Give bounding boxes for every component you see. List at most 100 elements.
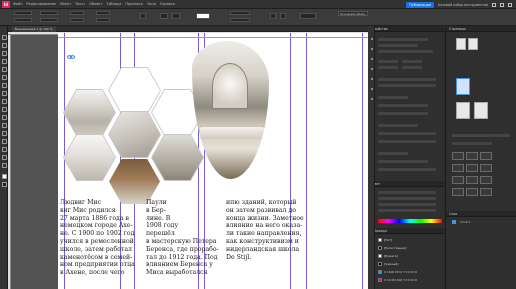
line-tool-icon[interactable] [1, 75, 7, 80]
align-button[interactable] [466, 152, 478, 160]
gradient-tool-icon[interactable] [1, 131, 7, 136]
page-thumbnail[interactable] [456, 78, 470, 95]
h-field[interactable] [40, 18, 58, 22]
scissors-tool-icon[interactable] [1, 115, 7, 120]
align-button[interactable] [452, 152, 464, 160]
color-slider[interactable] [378, 203, 436, 206]
layers-panel-header[interactable]: Слои [446, 211, 516, 217]
swatches-panel-icon[interactable] [370, 88, 373, 90]
property-row[interactable] [402, 66, 422, 69]
property-row[interactable] [378, 84, 436, 87]
property-row[interactable] [378, 168, 436, 171]
menu-item[interactable]: Справка [160, 2, 175, 6]
y-field[interactable] [14, 18, 32, 22]
rectangle-frame-tool-icon[interactable] [1, 99, 7, 104]
property-row[interactable] [378, 152, 408, 155]
pages-panel-header[interactable]: Страницы [446, 26, 516, 32]
opacity-field[interactable] [230, 18, 250, 22]
layer-name[interactable]: Слой 1 [460, 220, 471, 224]
stroke-color-icon[interactable] [1, 182, 7, 187]
property-row[interactable] [378, 140, 436, 143]
pencil-tool-icon[interactable] [1, 91, 7, 96]
workspace-switcher[interactable]: Базовый набор инструментов [438, 3, 488, 7]
link-icon[interactable] [67, 55, 75, 59]
pages-panel-icon[interactable] [370, 38, 373, 40]
property-row[interactable] [378, 78, 436, 81]
hex-image-frame[interactable] [64, 90, 115, 135]
menu-item[interactable]: Файл [13, 2, 22, 6]
align-button[interactable] [452, 164, 464, 172]
property-row[interactable] [378, 104, 428, 107]
property-row[interactable] [452, 142, 492, 145]
property-row[interactable] [378, 132, 436, 135]
fitting-icon-2[interactable] [280, 13, 286, 19]
menu-item[interactable]: Макет [60, 2, 71, 6]
menu-item[interactable]: Таблица [106, 2, 121, 6]
page-thumbnail[interactable] [456, 102, 470, 119]
color-panel-icon[interactable] [370, 78, 373, 80]
stroke-swatch[interactable] [172, 13, 180, 19]
menu-item[interactable]: Текст [75, 2, 85, 6]
hex-image-frame[interactable] [152, 135, 203, 180]
publish-button[interactable]: Публикация [406, 1, 434, 8]
swatches-panel-header[interactable]: Образцы [369, 228, 444, 234]
align-button[interactable] [466, 164, 478, 172]
reference-point-icon[interactable] [300, 13, 316, 19]
property-row[interactable] [402, 60, 422, 63]
note-tool-icon[interactable] [1, 139, 7, 144]
pathfinder-button[interactable] [452, 188, 464, 196]
text-column-right[interactable]: ипю зданий, который он затем развивал до… [226, 199, 304, 261]
property-row[interactable] [378, 160, 428, 163]
menu-item[interactable]: Редактирование [26, 2, 56, 6]
align-button[interactable] [480, 164, 492, 172]
property-row[interactable] [378, 44, 418, 47]
pathfinder-button[interactable] [480, 188, 492, 196]
align-button[interactable] [480, 152, 492, 160]
selection-tool-icon[interactable] [1, 35, 7, 40]
hex-image-frame[interactable] [64, 135, 115, 180]
maximize-icon[interactable] [500, 2, 504, 7]
property-row[interactable] [378, 124, 418, 127]
pathfinder-button[interactable] [466, 188, 478, 196]
master-page-thumbnail[interactable] [468, 38, 478, 50]
cc-libraries-panel-icon[interactable] [370, 98, 373, 100]
fill-color-icon[interactable] [1, 174, 7, 179]
scale-x-field[interactable] [70, 11, 84, 15]
rotate-field[interactable] [96, 11, 110, 15]
page-tool-icon[interactable] [1, 51, 7, 56]
stroke-weight-field[interactable] [196, 13, 210, 19]
swatch-item[interactable]: [Регистрация] [378, 245, 442, 250]
swatch-item[interactable]: C=0 M=100 Y=0 K=0 [378, 277, 442, 282]
property-row[interactable] [378, 60, 398, 63]
pathfinder-button[interactable] [480, 176, 492, 184]
links-panel-icon[interactable] [370, 58, 373, 60]
swatch-item[interactable]: [Бумага] [378, 253, 442, 258]
menu-item[interactable]: Окно [147, 2, 156, 6]
free-transform-tool-icon[interactable] [1, 123, 7, 128]
stroke-panel-icon[interactable] [370, 68, 373, 70]
color-slider[interactable] [378, 197, 436, 200]
property-row[interactable] [378, 66, 398, 69]
pen-tool-icon[interactable] [1, 83, 7, 88]
property-row[interactable] [378, 112, 428, 115]
fill-swatch[interactable] [160, 13, 168, 19]
effects-field[interactable] [230, 11, 250, 15]
fitting-icon[interactable] [270, 13, 276, 19]
x-field[interactable] [14, 11, 32, 15]
zoom-tool-icon[interactable] [1, 163, 7, 168]
hex-image-frame[interactable] [109, 112, 160, 157]
color-panel-header[interactable]: Цвет [369, 181, 444, 187]
rectangle-tool-icon[interactable] [1, 107, 7, 112]
color-slider[interactable] [378, 209, 436, 212]
color-slider[interactable] [378, 191, 436, 194]
page-thumbnail[interactable] [474, 102, 488, 119]
swatch-item[interactable]: [Нет] [378, 237, 442, 242]
property-row[interactable] [452, 134, 510, 137]
text-column-left[interactable]: Людвиг Мис виг Мис родился 27 марта 1886… [60, 199, 135, 277]
hand-tool-icon[interactable] [1, 155, 7, 160]
w-field[interactable] [40, 11, 58, 15]
master-page-thumbnail[interactable] [456, 38, 466, 50]
gap-tool-icon[interactable] [1, 59, 7, 64]
property-row[interactable] [378, 50, 433, 53]
type-tool-icon[interactable] [1, 67, 7, 72]
